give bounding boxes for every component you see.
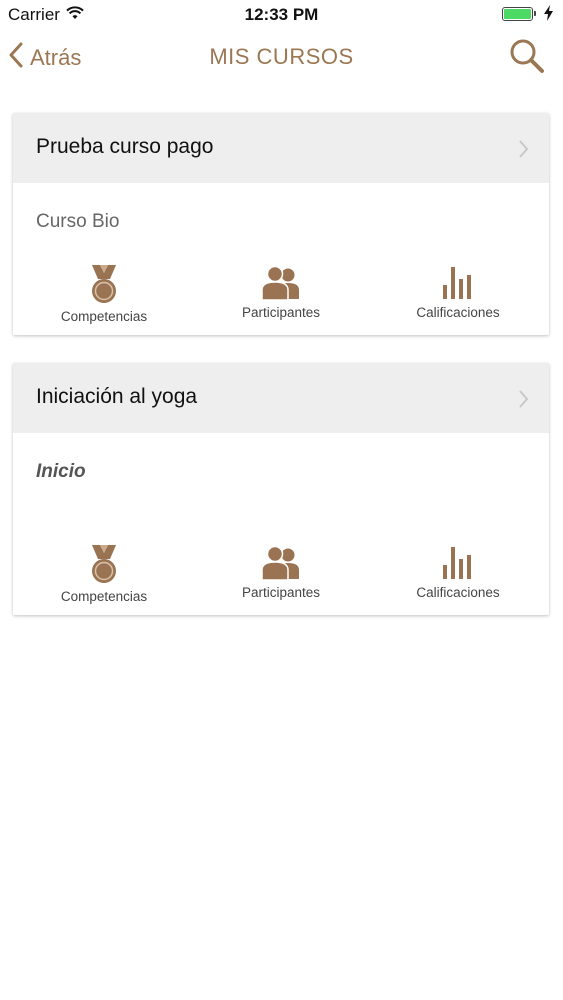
competencias-button[interactable]: Competencias <box>29 265 179 324</box>
action-label: Competencias <box>60 589 148 604</box>
navigation-bar: Atrás MIS CURSOS <box>0 30 563 86</box>
bar-chart-icon <box>443 547 471 579</box>
action-label: Participantes <box>241 585 321 600</box>
action-label: Calificaciones <box>416 585 500 600</box>
battery-icon <box>502 7 536 21</box>
charging-icon <box>544 5 553 26</box>
search-button[interactable] <box>509 38 545 79</box>
course-subtitle: Curso Bio <box>36 211 120 232</box>
medal-icon <box>92 545 116 583</box>
chevron-right-icon <box>518 389 529 414</box>
course-header[interactable]: Prueba curso pago <box>13 113 549 183</box>
course-title: Prueba curso pago <box>36 135 214 158</box>
competencias-button[interactable]: Competencias <box>29 545 179 604</box>
action-label: Competencias <box>60 309 148 324</box>
calificaciones-button[interactable]: Calificaciones <box>383 265 533 320</box>
action-label: Calificaciones <box>416 305 500 320</box>
course-title: Iniciación al yoga <box>36 385 198 408</box>
medal-icon <box>92 265 116 303</box>
search-icon <box>510 39 544 73</box>
bar-chart-icon <box>443 267 471 299</box>
course-card: Iniciación al yoga Inicio Competencias P… <box>13 363 549 615</box>
status-bar: Carrier 12:33 PM <box>0 0 563 30</box>
users-icon <box>261 545 299 581</box>
action-label: Participantes <box>241 305 321 320</box>
clock: 12:33 PM <box>244 5 319 24</box>
course-actions: Competencias Participantes Calificacione… <box>13 265 549 327</box>
participantes-button[interactable]: Participantes <box>206 545 356 600</box>
chevron-right-icon <box>518 139 529 164</box>
page-title: MIS CURSOS <box>209 44 354 69</box>
users-icon <box>261 265 299 301</box>
participantes-button[interactable]: Participantes <box>206 265 356 320</box>
course-header[interactable]: Iniciación al yoga <box>13 363 549 433</box>
calificaciones-button[interactable]: Calificaciones <box>383 545 533 600</box>
course-actions: Competencias Participantes Calificacione… <box>13 545 549 607</box>
course-subtitle: Inicio <box>36 461 86 482</box>
course-card: Prueba curso pago Curso Bio Competencias… <box>13 113 549 335</box>
